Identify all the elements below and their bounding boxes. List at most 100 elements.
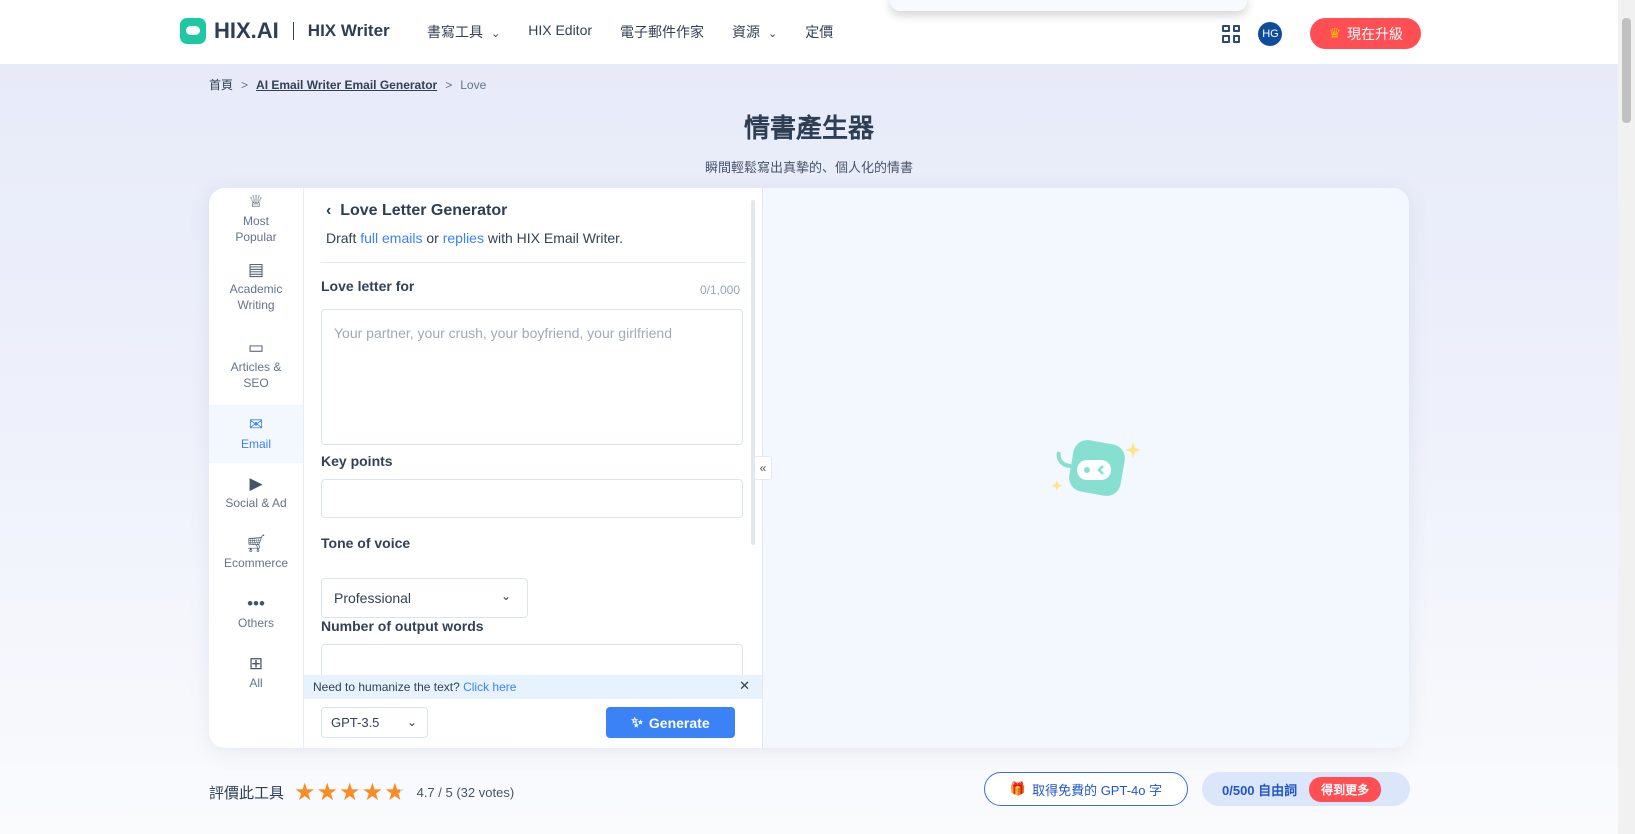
nav-email-writer[interactable]: 電子郵件作家 xyxy=(620,22,704,42)
breadcrumb: 首頁 > AI Email Writer Email Generator > Love xyxy=(209,78,487,92)
divider xyxy=(321,262,746,263)
page-title: 情書產生器 xyxy=(743,113,874,143)
cart-icon: 🛒︎ xyxy=(245,533,267,553)
breadcrumb-parent[interactable]: AI Email Writer Email Generator xyxy=(256,78,437,92)
page-subtitle: 瞬間輕鬆寫出真摯的、個人化的情書 xyxy=(704,160,913,175)
avatar[interactable]: HG xyxy=(1258,21,1283,46)
upgrade-label: 現在升級 xyxy=(1347,25,1403,42)
sidebar-item-email[interactable]: ✉ Email xyxy=(209,405,303,463)
chevron-down-icon: ⌄ xyxy=(491,28,501,40)
form-description: Draft full emails or replies with HIX Em… xyxy=(326,230,623,246)
model-value: GPT-3.5 xyxy=(331,715,380,730)
label: Most xyxy=(242,213,269,228)
gpt4-label: 取得免費的 GPT-4o 字 xyxy=(1032,782,1163,798)
chevron-down-icon: ⌄ xyxy=(768,28,778,40)
back-button[interactable]: ‹ Love Letter Generator xyxy=(326,202,507,220)
browser-icon: ▭ xyxy=(247,337,265,357)
sidebar-item-ecommerce[interactable]: 🛒︎ Ecommerce xyxy=(209,523,303,583)
dropdown-popup xyxy=(890,0,1247,11)
generate-label: Generate xyxy=(648,714,710,731)
nav-label: 定價 xyxy=(805,24,834,40)
label: Email xyxy=(240,436,271,451)
logo-icon xyxy=(180,18,206,44)
chevron-left-icon: ‹ xyxy=(326,202,332,219)
form-scrollbar[interactable] xyxy=(751,200,755,545)
nav-resources[interactable]: 資源 ⌄ xyxy=(732,22,777,42)
nav-label: HIX Editor xyxy=(528,22,593,38)
free-gpt4o-button[interactable]: 🎁 取得免費的 GPT-4o 字 xyxy=(984,772,1188,806)
label: Academic xyxy=(229,282,283,296)
full-emails-link[interactable]: full emails xyxy=(360,230,422,246)
label: Others xyxy=(237,615,274,630)
output-panel: « xyxy=(754,188,1409,748)
credits-pill: 0/500 自由詞 得到更多 xyxy=(1202,772,1410,806)
love-letter-for-label: Love letter for xyxy=(321,278,415,294)
nav-pricing[interactable]: 定價 xyxy=(805,22,833,42)
apps-grid-icon[interactable] xyxy=(1222,24,1241,43)
upgrade-button[interactable]: ♛ 現在升級 xyxy=(1310,18,1421,49)
crown-icon: ♛ xyxy=(1328,25,1341,41)
nav-label: 資源 xyxy=(732,24,761,40)
monitor-play-icon: ▶ xyxy=(249,473,263,493)
close-icon[interactable]: ✕ xyxy=(739,678,750,694)
form-title: Love Letter Generator xyxy=(340,202,508,219)
love-letter-for-textarea[interactable]: Your partner, your crush, your boyfriend… xyxy=(321,309,743,445)
label: SEO xyxy=(243,375,269,390)
logo-divider xyxy=(292,22,294,40)
tool-card: ♕ Most Popular ▤ Academic Writing ▭ Articles … xyxy=(209,188,1409,748)
sidebar-item-articles[interactable]: ▭ Articles & SEO xyxy=(209,325,303,405)
get-more-button[interactable]: 得到更多 xyxy=(1309,776,1382,802)
mail-icon: ✉ xyxy=(248,414,264,434)
crown-icon: ♕ xyxy=(248,191,264,211)
tone-select[interactable]: Professional ⌄ xyxy=(321,578,528,618)
credits-count: 0/500 自由詞 xyxy=(1222,782,1298,798)
humanize-link[interactable]: Click here xyxy=(463,680,516,694)
nav-hix-editor[interactable]: HIX Editor xyxy=(528,22,592,42)
breadcrumb-current: Love xyxy=(460,78,487,92)
top-header: HIX.AI HIX Writer 書寫工具 ⌄ HIX Editor 電子郵件作… xyxy=(0,0,1618,64)
chevron-down-icon: ⌄ xyxy=(406,715,417,729)
sidebar-item-all[interactable]: ⊞ All xyxy=(209,643,303,703)
nav-label: 電子郵件作家 xyxy=(620,24,705,40)
gift-icon: 🎁 xyxy=(1009,781,1027,796)
generator-form: ‹ Love Letter Generator Draft full email… xyxy=(304,188,762,748)
model-select[interactable]: GPT-3.5 ⌄ xyxy=(321,707,428,738)
sidebar-item-academic[interactable]: ▤ Academic Writing xyxy=(209,250,303,325)
label: Ecommerce xyxy=(223,555,288,570)
nav-writing-tools[interactable]: 書寫工具 ⌄ xyxy=(427,22,500,42)
product-name: HIX Writer xyxy=(307,21,390,40)
logo-text: HIX.AI xyxy=(214,18,279,43)
category-sidebar: ♕ Most Popular ▤ Academic Writing ▭ Articles … xyxy=(209,188,304,748)
page-scrollbar[interactable] xyxy=(1618,0,1635,834)
tone-label: Tone of voice xyxy=(321,535,411,551)
collapse-panel-button[interactable]: « xyxy=(754,456,772,480)
label: All xyxy=(249,675,263,690)
rating-section: 評價此工具 ★★★★★ 4.7 / 5 (32 votes) xyxy=(209,778,514,807)
chevron-down-icon: ⌄ xyxy=(500,589,511,603)
generate-button[interactable]: ✨︎ Generate xyxy=(606,707,735,738)
replies-link[interactable]: replies xyxy=(443,230,484,246)
label: Social & Ad xyxy=(225,495,287,510)
key-points-input[interactable] xyxy=(321,479,743,518)
breadcrumb-home[interactable]: 首頁 xyxy=(209,78,233,92)
char-count: 0/1,000 xyxy=(699,283,740,297)
logo[interactable]: HIX.AI HIX Writer xyxy=(180,18,390,44)
sidebar-item-social[interactable]: ▶ Social & Ad xyxy=(209,463,303,523)
label: Popular xyxy=(235,229,277,244)
humanize-notice: Need to humanize the text? Click here ✕ xyxy=(304,675,762,699)
key-points-label: Key points xyxy=(321,453,393,469)
robot-illustration-icon xyxy=(1051,440,1141,496)
sidebar-item-most-popular[interactable]: ♕ Most Popular xyxy=(209,188,303,250)
more-icon: ••• xyxy=(247,593,265,613)
main-nav: 書寫工具 ⌄ HIX Editor 電子郵件作家 資源 ⌄ 定價 xyxy=(427,22,833,42)
nav-label: 書寫工具 xyxy=(427,24,483,40)
tone-value: Professional xyxy=(334,590,412,606)
label: Articles & xyxy=(230,359,282,374)
sidebar-item-others[interactable]: ••• Others xyxy=(209,583,303,643)
grid-icon: ⊞ xyxy=(248,653,264,673)
star-rating[interactable]: ★★★★★ xyxy=(294,778,407,807)
output-words-label: Number of output words xyxy=(321,618,484,634)
magic-wand-icon: ✨︎ xyxy=(631,714,643,730)
rating-score: 4.7 / 5 (32 votes) xyxy=(416,785,515,800)
rate-label: 評價此工具 xyxy=(209,785,285,802)
